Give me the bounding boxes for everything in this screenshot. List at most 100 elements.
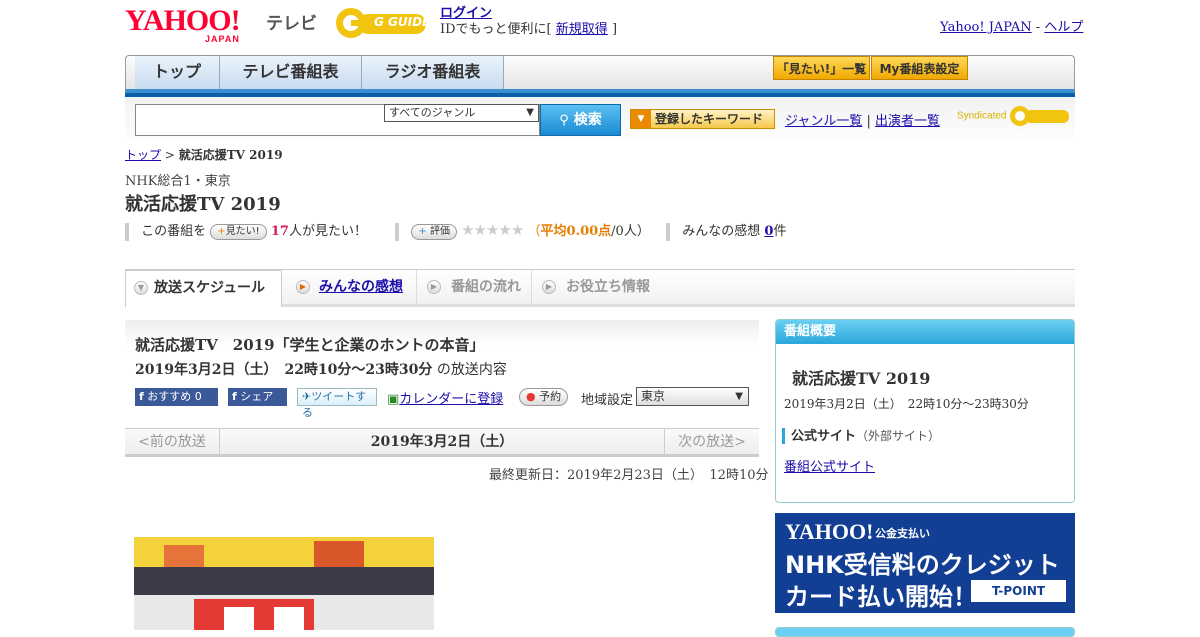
tab-label: 放送スケジュール	[154, 280, 266, 296]
air-time-suffix: の放送内容	[436, 362, 507, 378]
play-icon: ▶	[542, 280, 556, 294]
genre-list-link[interactable]: ジャンル一覧	[785, 114, 862, 129]
yahoo-japan-logo[interactable]: YAHOO! JAPAN	[125, 6, 261, 45]
tab-label: お役立ち情報	[566, 279, 650, 295]
tpoint-badge: T-POINT	[971, 580, 1066, 602]
fb-share-label: シェア	[240, 390, 274, 403]
episode-title: 就活応援TV 2019「学生と企業のホントの本音」	[135, 336, 485, 354]
tab-impressions[interactable]: ▶ みんなの感想	[282, 270, 417, 305]
service-name: テレビ	[266, 14, 317, 34]
want-suffix: 人が見たい！	[288, 224, 367, 239]
episode-air-time: 2019年3月2日（土） 22時10分～23時30分 の放送内容	[135, 359, 507, 379]
facebook-share-button[interactable]: f シェア	[228, 388, 287, 406]
fb-recommend-label: おすすめ 0	[147, 390, 202, 403]
login-link[interactable]: ログイン	[440, 6, 492, 21]
record-dot-icon: ●	[526, 390, 536, 403]
official-site-note: （外部サイト）	[856, 429, 941, 443]
previous-broadcast-link[interactable]: <前の放送	[125, 429, 220, 457]
breadcrumb: トップ > 就活応援TV 2019	[125, 146, 283, 163]
performer-list-link[interactable]: 出演者一覧	[875, 114, 940, 129]
overview-time: 2019年3月2日（土） 22時10分～23時30分	[784, 397, 1029, 411]
banner-yahoo-logo: YAHOO!	[785, 519, 874, 544]
gguide-logo[interactable]: G GUIDE	[334, 6, 432, 40]
register-link[interactable]: 新規取得	[556, 22, 608, 37]
search-button[interactable]: ⚲ 検索	[540, 104, 621, 136]
dropdown-arrow-icon: ▼	[735, 391, 743, 402]
official-site-link[interactable]: 番組公式サイト	[784, 456, 875, 475]
facebook-icon: f	[139, 390, 144, 403]
official-site-heading: 公式サイト（外部サイト）	[782, 428, 940, 444]
nav-tab-radio-schedule[interactable]: ラジオ番組表	[362, 56, 504, 89]
rate-button[interactable]: + 評価	[411, 223, 457, 240]
program-tabs: ▼ 放送スケジュール ▶ みんなの感想 ▶ 番組の流れ ▶ お役立ち情報	[125, 269, 1075, 307]
plus-icon: +	[217, 225, 226, 237]
program-stats: この番組を +見たい! 17人が見たい！ + 評価 ★★★★★ （平均0.00点…	[125, 221, 825, 241]
overview-heading: 番組概要	[776, 320, 1074, 344]
next-broadcast-link[interactable]: 次の放送>	[664, 429, 759, 457]
saved-keywords-label: 登録したキーワード	[655, 112, 764, 126]
want-prefix: この番組を	[141, 224, 207, 239]
calendar-register-link[interactable]: カレンダーに登録	[399, 392, 503, 407]
reserve-label: 予約	[539, 390, 562, 403]
genre-select[interactable]: すべてのジャンル ▼	[384, 104, 539, 122]
calendar-plus-icon: ▣	[387, 392, 400, 407]
breadcrumb-home[interactable]: トップ	[125, 148, 161, 162]
search-button-label: 検索	[573, 112, 602, 128]
overview-title: 就活応援TV 2019	[792, 369, 931, 388]
main-nav: トップ テレビ番組表 ラジオ番組表 「見たい!」一覧 My番組表設定	[125, 55, 1075, 93]
facebook-recommend-button[interactable]: f おすすめ 0	[135, 388, 218, 406]
want-to-watch-button[interactable]: +見たい!	[210, 223, 267, 240]
tab-label: 番組の流れ	[451, 279, 521, 295]
my-schedule-settings-button[interactable]: My番組表設定	[871, 56, 968, 80]
list-links: ジャンル一覧 | 出演者一覧	[785, 110, 940, 129]
twitter-icon: ✈	[302, 390, 312, 403]
yahoo-japan-link[interactable]: Yahoo! JAPAN	[940, 20, 1032, 35]
divider	[395, 222, 400, 241]
divider	[666, 222, 671, 241]
tab-label: みんなの感想	[319, 279, 403, 295]
tab-useful-info: ▶ お役立ち情報	[532, 270, 662, 305]
id-prompt-suffix: ]	[611, 22, 618, 37]
broadcast-date: 2019年3月2日（土）	[370, 434, 514, 450]
divider	[125, 222, 129, 241]
id-prompt-prefix: IDでもっと便利に[	[440, 22, 552, 37]
calendar-register[interactable]: ▣カレンダーに登録	[387, 388, 503, 407]
program-title: 就活応援TV 2019	[125, 194, 281, 215]
dropdown-arrow-icon: ▼	[526, 107, 534, 118]
tweet-label: ツイートする	[302, 390, 367, 419]
nav-tab-tv-schedule[interactable]: テレビ番組表	[220, 56, 362, 89]
tab-broadcast-schedule[interactable]: ▼ 放送スケジュール	[125, 270, 282, 307]
program-overview-panel: 番組概要 就活応援TV 2019 2019年3月2日（土） 22時10分～23時…	[775, 319, 1075, 503]
link-divider: |	[866, 114, 871, 129]
want-to-watch-label: 見たい!	[225, 225, 260, 237]
banner-headline-2: カード払い開始！	[785, 583, 977, 611]
play-icon: ▶	[296, 280, 310, 294]
region-select[interactable]: 東京 ▼	[636, 387, 749, 406]
program-photo	[134, 537, 434, 630]
gguide-logo-text: G GUIDE	[374, 15, 431, 29]
breadcrumb-separator: >	[164, 148, 175, 162]
watchlist-button[interactable]: 「見たい!」一覧	[773, 56, 870, 80]
chevron-down-icon: ▼	[134, 281, 148, 295]
play-icon: ▶	[427, 280, 441, 294]
banner-service: 公金支払い	[875, 527, 930, 540]
region-select-value: 東京	[641, 389, 666, 403]
average-open: （	[527, 224, 541, 239]
last-updated: 最終更新日：2019年2月23日（土） 12時10分	[489, 468, 769, 483]
banner-headline-1: NHK受信料のクレジット	[785, 551, 1060, 579]
tab-program-flow: ▶ 番組の流れ	[417, 270, 532, 305]
nav-tab-top[interactable]: トップ	[135, 56, 220, 89]
saved-keywords-button[interactable]: ▼ 登録したキーワード	[630, 109, 775, 129]
yahoo-logo-sub: JAPAN	[205, 34, 240, 44]
tweet-button[interactable]: ✈ツイートする	[297, 388, 377, 419]
search-icon: ⚲	[559, 113, 569, 128]
syndicated-gguide-logo: Syndicated	[957, 105, 1071, 127]
reserve-button[interactable]: ● 予約	[519, 388, 569, 406]
help-link[interactable]: ヘルプ	[1044, 20, 1083, 35]
top-right-links: Yahoo! JAPAN - ヘルプ	[940, 16, 1083, 35]
plus-icon: +	[418, 225, 427, 237]
nhk-fee-banner[interactable]: YAHOO! 公金支払い NHK受信料のクレジット カード払い開始！ T-POI…	[775, 513, 1075, 613]
air-time-value: 2019年3月2日（土） 22時10分～23時30分	[135, 362, 433, 378]
share-row: f おすすめ 0 f シェア ✈ツイートする ▣カレンダーに登録 ● 予約 地域…	[135, 386, 755, 419]
triangle-down-icon: ▼	[631, 110, 651, 128]
